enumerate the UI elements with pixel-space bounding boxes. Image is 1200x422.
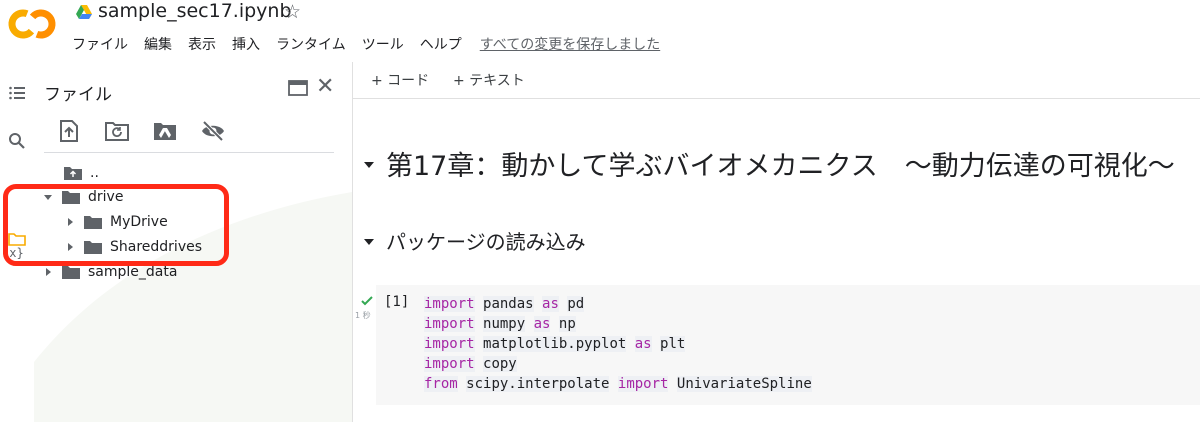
- code-keyword: as: [634, 336, 652, 352]
- code-keyword: import: [617, 376, 669, 392]
- menu-view[interactable]: 表示: [188, 34, 216, 54]
- code-identifier: copy: [483, 356, 517, 372]
- caret-right-icon[interactable]: [42, 266, 54, 278]
- highlight-box: [3, 184, 229, 266]
- code-identifier: pandas: [483, 296, 534, 312]
- google-drive-icon: [76, 5, 92, 19]
- code-keyword: import: [424, 356, 475, 372]
- code-line: from scipy.interpolate import Univariate…: [424, 374, 812, 394]
- file-toolbar: [56, 118, 352, 146]
- menu-help[interactable]: ヘルプ: [420, 34, 462, 54]
- hide-icon[interactable]: [200, 118, 226, 144]
- panel-splitter[interactable]: [352, 62, 353, 422]
- tree-item-parent[interactable]: ..: [64, 162, 99, 184]
- code-identifier: UnivariateSpline: [676, 376, 812, 392]
- menu-tools[interactable]: ツール: [362, 34, 404, 54]
- code-identifier: np: [558, 316, 576, 332]
- code-keyword: as: [542, 296, 559, 312]
- panel-divider: [44, 152, 334, 153]
- code-editor[interactable]: import pandas as pd import numpy as np imp…: [424, 294, 812, 394]
- mount-drive-icon[interactable]: [152, 118, 178, 144]
- maximize-panel-icon[interactable]: [288, 80, 308, 96]
- colab-logo-icon[interactable]: [8, 6, 56, 42]
- section-heading-chapter[interactable]: 第17章：動かして学ぶバイオメカニクス ～動力伝達の可視化～: [362, 144, 1175, 183]
- code-keyword: import: [424, 336, 475, 352]
- code-keyword: from: [424, 376, 458, 392]
- code-identifier: plt: [660, 336, 686, 352]
- code-line: import matplotlib.pyplot as plt: [424, 334, 812, 354]
- close-panel-icon[interactable]: ✕: [316, 76, 334, 98]
- code-line: import copy: [424, 354, 812, 374]
- menu-runtime[interactable]: ランタイム: [276, 34, 346, 54]
- collapse-arrow-icon[interactable]: [362, 157, 376, 171]
- checkmark-icon: [361, 296, 373, 306]
- notebook-title[interactable]: sample_sec17.ipynb: [98, 0, 292, 22]
- add-text-button[interactable]: + テキスト: [453, 70, 525, 90]
- star-icon[interactable]: ☆: [284, 1, 301, 23]
- heading-text: パッケージの読み込み: [386, 230, 586, 254]
- upload-icon[interactable]: [56, 118, 82, 144]
- refresh-icon[interactable]: [104, 118, 130, 144]
- code-identifier: scipy.interpolate: [466, 376, 610, 392]
- execution-time: 1 秒: [355, 311, 371, 320]
- execution-count: [1]: [384, 294, 410, 310]
- section-heading-packages[interactable]: パッケージの読み込み: [362, 226, 586, 255]
- search-icon[interactable]: [8, 132, 26, 150]
- save-status-link[interactable]: すべての変更を保存しました: [480, 34, 660, 54]
- folder-icon: [62, 266, 80, 279]
- code-identifier: numpy: [483, 316, 526, 332]
- notebook-toolbar: + コード + テキスト: [353, 62, 1200, 99]
- tree-item-label: sample_data: [88, 264, 178, 280]
- collapse-arrow-icon[interactable]: [362, 234, 376, 248]
- menu-insert[interactable]: 挿入: [232, 34, 260, 54]
- code-keyword: import: [424, 296, 475, 312]
- code-keyword: import: [424, 316, 475, 332]
- code-line: import pandas as pd: [424, 294, 812, 314]
- code-identifier: pd: [567, 296, 585, 312]
- add-code-button[interactable]: + コード: [371, 70, 429, 90]
- tree-item-label: ..: [90, 165, 99, 181]
- code-identifier: matplotlib.pyplot: [483, 336, 627, 352]
- menu-edit[interactable]: 編集: [144, 34, 172, 54]
- top-bar: sample_sec17.ipynb ☆ ファイル 編集 表示 挿入 ランタイム…: [0, 0, 1200, 62]
- code-keyword: as: [533, 316, 551, 332]
- parent-folder-icon: [64, 167, 82, 180]
- menu-file[interactable]: ファイル: [72, 34, 128, 54]
- toc-icon[interactable]: [8, 84, 26, 102]
- heading-text: 第17章：動かして学ぶバイオメカニクス ～動力伝達の可視化～: [386, 151, 1175, 182]
- panel-title: ファイル: [44, 85, 112, 105]
- menu-bar: ファイル 編集 表示 挿入 ランタイム ツール ヘルプ すべての変更を保存しまし…: [72, 34, 660, 54]
- code-line: import numpy as np: [424, 314, 812, 334]
